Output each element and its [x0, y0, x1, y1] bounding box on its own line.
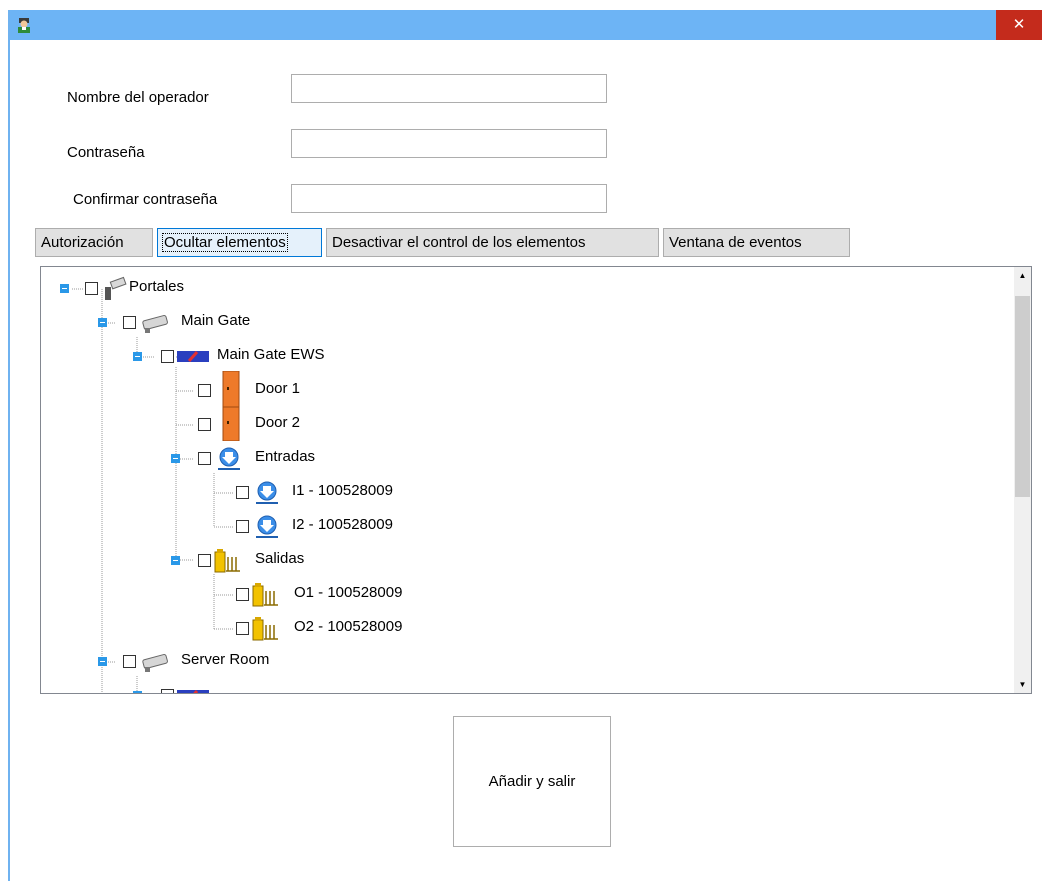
tree-node-entradas[interactable]: Entradas — [41, 446, 441, 472]
tree-node-label: O2 - 100528009 — [294, 618, 403, 635]
tree-node-salidas[interactable]: Salidas — [41, 548, 441, 574]
checkbox[interactable] — [236, 588, 249, 601]
tree-node-label: Door 1 — [255, 380, 301, 397]
tree-node-label: Main Gate EWS — [217, 346, 325, 363]
checkbox[interactable] — [198, 554, 211, 567]
tab-ocultar-elementos-label: Ocultar elementos — [162, 233, 288, 252]
tree-node-main-gate-ews[interactable]: Main Gate EWS — [41, 344, 441, 370]
operator-avatar-icon — [18, 18, 30, 33]
elements-tree[interactable]: Portales Main Gate Main Gate EWS Door 1 … — [40, 266, 1032, 694]
operator-name-input[interactable] — [291, 74, 607, 103]
door-icon — [222, 371, 240, 407]
checkbox[interactable] — [85, 282, 98, 295]
collapse-toggle[interactable] — [98, 657, 107, 666]
tab-ventana-eventos[interactable]: Ventana de eventos — [663, 228, 850, 257]
tree-node-main-gate[interactable]: Main Gate — [41, 310, 441, 336]
collapse-toggle[interactable] — [133, 352, 142, 361]
collapse-toggle[interactable] — [60, 284, 69, 293]
collapse-toggle[interactable] — [133, 691, 142, 693]
tree-scrollbar[interactable]: ▲ ▼ — [1014, 267, 1031, 693]
input-arrow-icon — [256, 481, 278, 504]
tree-node-label: I2 - 100528009 — [292, 516, 393, 533]
ews-controller-icon — [177, 690, 209, 693]
portal-camera-icon — [105, 276, 127, 300]
ews-controller-icon — [177, 351, 209, 362]
close-button[interactable]: ✕ — [996, 10, 1042, 40]
tree-node-label: Salidas — [255, 550, 305, 567]
input-arrow-icon — [218, 447, 240, 470]
tree-node-i1[interactable]: I1 - 100528009 — [41, 480, 441, 506]
tree-node-label: Server Room — [181, 651, 270, 668]
checkbox[interactable] — [198, 452, 211, 465]
tree-node-label: Portales — [129, 278, 185, 295]
tree-node-door-2[interactable]: Door 2 — [41, 407, 441, 441]
tree-node-partial[interactable] — [41, 683, 341, 693]
scroll-down-arrow-icon[interactable]: ▼ — [1014, 676, 1031, 693]
collapse-toggle[interactable] — [171, 556, 180, 565]
input-arrow-icon — [256, 515, 278, 538]
tab-ventana-eventos-label: Ventana de eventos — [669, 234, 802, 251]
tab-desactivar-control[interactable]: Desactivar el control de los elementos — [326, 228, 659, 257]
tree-node-door-1[interactable]: Door 1 — [41, 371, 441, 407]
door-icon — [222, 407, 240, 441]
tree-node-i2[interactable]: I2 - 100528009 — [41, 514, 441, 540]
password-label: Contraseña — [67, 144, 145, 161]
collapse-toggle[interactable] — [98, 318, 107, 327]
title-bar: ✕ — [10, 10, 1042, 40]
tree-node-o2[interactable]: O2 - 100528009 — [41, 616, 461, 642]
checkbox[interactable] — [123, 316, 136, 329]
checkbox[interactable] — [198, 418, 211, 431]
tree-node-server-room[interactable]: Server Room — [41, 649, 441, 675]
tree-node-o1[interactable]: O1 - 100528009 — [41, 582, 461, 608]
operator-name-label: Nombre del operador — [67, 89, 209, 106]
tab-desactivar-control-label: Desactivar el control de los elementos — [332, 234, 586, 251]
scroll-thumb[interactable] — [1015, 296, 1030, 497]
camera-icon — [142, 653, 168, 672]
tree-node-label: I1 - 100528009 — [292, 482, 393, 499]
checkbox[interactable] — [236, 486, 249, 499]
tree-node-label: O1 - 100528009 — [294, 584, 403, 601]
tab-ocultar-elementos[interactable]: Ocultar elementos — [157, 228, 322, 257]
tree-node-label: Entradas — [255, 448, 316, 465]
collapse-toggle[interactable] — [171, 454, 180, 463]
confirm-password-input[interactable] — [291, 184, 607, 213]
password-input[interactable] — [291, 129, 607, 158]
tab-autorizacion-label: Autorización — [41, 234, 124, 251]
camera-icon — [142, 314, 168, 333]
tree-node-label: Main Gate — [181, 312, 251, 329]
background-window-strip — [0, 0, 1042, 10]
output-gate-icon — [252, 583, 278, 607]
confirm-password-label: Confirmar contraseña — [73, 191, 218, 208]
checkbox[interactable] — [198, 384, 211, 397]
tab-autorizacion[interactable]: Autorización — [35, 228, 153, 257]
tree-node-label: Door 2 — [255, 414, 301, 431]
checkbox[interactable] — [236, 520, 249, 533]
checkbox[interactable] — [123, 655, 136, 668]
operator-dialog: ✕ Nombre del operador Contraseña Confirm… — [8, 10, 1042, 881]
output-gate-icon — [252, 617, 278, 641]
tree-node-portales[interactable]: Portales — [41, 276, 441, 302]
scroll-up-arrow-icon[interactable]: ▲ — [1014, 267, 1031, 284]
checkbox[interactable] — [161, 689, 174, 693]
checkbox[interactable] — [161, 350, 174, 363]
output-gate-icon — [214, 549, 240, 573]
checkbox[interactable] — [236, 622, 249, 635]
add-and-exit-button[interactable]: Añadir y salir — [453, 716, 611, 847]
